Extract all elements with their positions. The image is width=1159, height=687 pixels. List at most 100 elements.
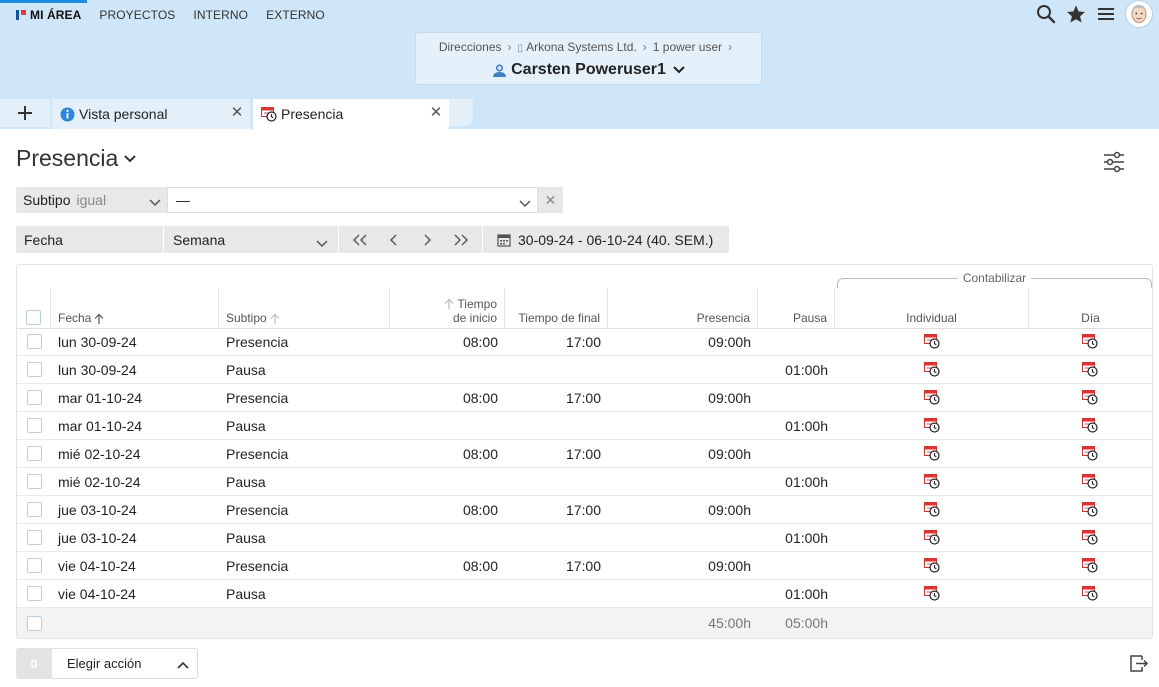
column-header-presencia[interactable]: Presencia xyxy=(608,288,758,329)
table-row[interactable]: mié 02-10-24 Presencia 08:00 17:00 09:00h xyxy=(17,440,1152,468)
breadcrumb-item-company[interactable]: Arkona Systems Ltd. xyxy=(526,40,637,54)
breadcrumb: Direcciones › ▯ Arkona Systems Ltd. › 1 power… xyxy=(416,40,761,54)
attendance-book-icon[interactable] xyxy=(1082,474,1099,489)
footer-checkbox[interactable] xyxy=(26,615,42,631)
table-row[interactable]: lun 30-09-24 Presencia 08:00 17:00 09:00h xyxy=(17,328,1152,356)
breadcrumb-item-direcciones[interactable]: Direcciones xyxy=(439,40,502,54)
attendance-book-icon[interactable] xyxy=(1082,558,1099,573)
context-user[interactable]: Carsten Poweruser1 xyxy=(416,61,761,79)
table-row[interactable]: mié 02-10-24 Pausa 01:00h xyxy=(17,468,1152,496)
filter-value-select[interactable]: — xyxy=(167,187,538,213)
attendance-book-icon[interactable] xyxy=(923,530,941,545)
attendance-book-icon[interactable] xyxy=(1082,334,1099,349)
tab-label: Vista personal xyxy=(79,106,168,122)
row-checkbox[interactable] xyxy=(26,502,42,517)
attendance-book-icon[interactable] xyxy=(923,362,941,377)
attendance-book-icon[interactable] xyxy=(923,446,941,461)
filter-field-select[interactable]: Subtipo igual xyxy=(16,187,167,213)
attendance-book-icon[interactable] xyxy=(923,334,941,349)
cell-subtipo: Presencia xyxy=(226,445,289,462)
row-checkbox[interactable] xyxy=(26,586,42,601)
bulk-action-select[interactable]: 0 Elegir acción xyxy=(16,648,198,679)
previous-period-icon[interactable] xyxy=(383,230,405,250)
row-checkbox[interactable] xyxy=(26,390,42,405)
last-period-icon[interactable] xyxy=(450,230,472,250)
attendance-book-icon[interactable] xyxy=(1082,530,1099,545)
attendance-book-icon[interactable] xyxy=(1082,586,1099,601)
table-row[interactable]: mar 01-10-24 Presencia 08:00 17:00 09:00h xyxy=(17,384,1152,412)
clear-filter-button[interactable]: ✕ xyxy=(538,187,563,213)
date-range-picker[interactable]: 30-09-24 - 06-10-24 (40. SEM.) xyxy=(483,232,713,248)
table-row[interactable]: vie 04-10-24 Pausa 01:00h xyxy=(17,580,1152,608)
column-header-pausa[interactable]: Pausa xyxy=(758,288,835,329)
row-checkbox[interactable] xyxy=(26,362,42,377)
column-group-label: Contabilizar xyxy=(957,271,1032,285)
cell-presencia xyxy=(608,468,751,495)
row-checkbox[interactable] xyxy=(26,474,42,489)
nav-mi-area[interactable]: MI ÁREA xyxy=(16,8,81,22)
attendance-book-icon[interactable] xyxy=(923,502,941,517)
close-icon[interactable]: ✕ xyxy=(429,104,443,121)
tab-vista-personal[interactable]: Vista personal ✕ xyxy=(52,99,250,129)
book-day-cell xyxy=(1029,468,1152,495)
period-navigation xyxy=(339,226,483,253)
table-row[interactable]: lun 30-09-24 Pausa 01:00h xyxy=(17,356,1152,384)
attendance-book-icon[interactable] xyxy=(923,418,941,433)
table-row[interactable]: mar 01-10-24 Pausa 01:00h xyxy=(17,412,1152,440)
nav-interno[interactable]: INTERNO xyxy=(193,8,248,22)
attendance-book-icon[interactable] xyxy=(1082,502,1099,517)
cell-tiempo-final xyxy=(505,580,601,607)
sliders-icon[interactable] xyxy=(1102,150,1126,174)
tab-presencia[interactable]: Presencia ✕ xyxy=(253,99,449,129)
column-header-individual[interactable]: Individual xyxy=(835,288,1029,329)
row-checkbox[interactable] xyxy=(26,446,42,461)
breadcrumb-item-user-group[interactable]: 1 power user xyxy=(653,40,722,54)
first-period-icon[interactable] xyxy=(349,230,371,250)
row-checkbox[interactable] xyxy=(26,530,42,545)
select-all-checkbox[interactable] xyxy=(26,310,41,325)
cell-tiempo-inicio xyxy=(390,580,498,607)
attendance-book-icon[interactable] xyxy=(1082,362,1099,377)
add-tab-button[interactable] xyxy=(0,99,50,127)
cell-subtipo: Presencia xyxy=(226,557,289,574)
close-icon[interactable]: ✕ xyxy=(230,104,244,121)
row-checkbox[interactable] xyxy=(26,334,42,349)
column-header-fecha[interactable]: Fecha xyxy=(51,288,219,329)
row-checkbox[interactable] xyxy=(26,418,42,433)
main-nav: MI ÁREA PROYECTOS INTERNO EXTERNO xyxy=(16,8,343,22)
attendance-book-icon[interactable] xyxy=(923,390,941,405)
table-row[interactable]: jue 03-10-24 Presencia 08:00 17:00 09:00h xyxy=(17,496,1152,524)
cell-fecha: mar 01-10-24 xyxy=(58,417,143,434)
nav-proyectos[interactable]: PROYECTOS xyxy=(99,8,175,22)
column-header-dia[interactable]: Día xyxy=(1029,288,1152,329)
attendance-book-icon[interactable] xyxy=(1082,418,1099,433)
menu-icon[interactable] xyxy=(1095,3,1117,25)
column-header-tiempo-inicio[interactable]: Tiempo de inicio xyxy=(390,288,505,329)
user-icon xyxy=(492,63,507,78)
attendance-book-icon[interactable] xyxy=(923,558,941,573)
star-icon[interactable] xyxy=(1065,3,1087,25)
row-checkbox[interactable] xyxy=(26,558,42,573)
book-day-cell xyxy=(1029,328,1152,355)
column-header-tiempo-final[interactable]: Tiempo de final xyxy=(505,288,608,329)
search-icon[interactable] xyxy=(1035,3,1057,25)
attendance-book-icon[interactable] xyxy=(923,586,941,601)
column-header-subtipo[interactable]: Subtipo xyxy=(219,288,390,329)
attendance-book-icon[interactable] xyxy=(923,474,941,489)
book-individual-cell xyxy=(835,328,1029,355)
cell-tiempo-final xyxy=(505,524,601,551)
nav-externo[interactable]: EXTERNO xyxy=(266,8,325,22)
page-title[interactable]: Presencia xyxy=(16,145,136,172)
avatar[interactable] xyxy=(1125,0,1153,28)
attendance-book-icon[interactable] xyxy=(1082,390,1099,405)
period-select[interactable]: Semana xyxy=(164,226,339,253)
context-selector[interactable]: Direcciones › ▯ Arkona Systems Ltd. › 1 power… xyxy=(415,32,762,85)
cell-presencia: 09:00h xyxy=(708,557,751,574)
attendance-book-icon[interactable] xyxy=(1082,446,1099,461)
export-icon[interactable] xyxy=(1128,652,1150,674)
table-row[interactable]: vie 04-10-24 Presencia 08:00 17:00 09:00h xyxy=(17,552,1152,580)
table-row[interactable]: jue 03-10-24 Pausa 01:00h xyxy=(17,524,1152,552)
filter-field-label: Subtipo xyxy=(23,192,71,208)
next-period-icon[interactable] xyxy=(416,230,438,250)
cell-fecha: mié 02-10-24 xyxy=(58,473,141,490)
